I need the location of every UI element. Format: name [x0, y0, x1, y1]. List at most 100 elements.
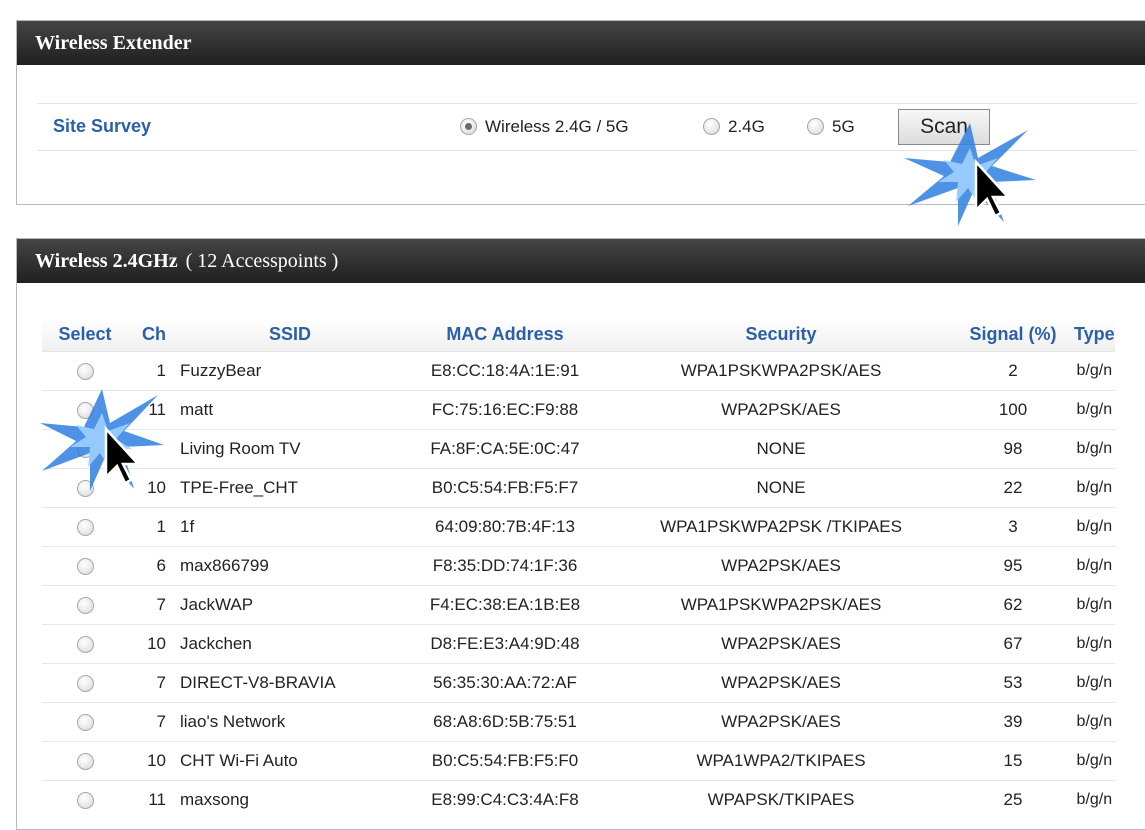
ap-ssid: max866799 [172, 546, 400, 586]
ap-type: b/g/n [1074, 507, 1115, 547]
ap-mac: E8:99:C4:C3:4A:F8 [400, 780, 610, 819]
ap-signal: 22 [952, 468, 1074, 508]
site-survey-row: Site Survey Wireless 2.4G / 5G 2.4G 5G S… [37, 103, 1137, 151]
ap-signal: 39 [952, 702, 1074, 742]
ap-channel [128, 429, 172, 469]
scan-button[interactable]: Scan [898, 109, 990, 145]
ap-select-radio[interactable] [76, 363, 94, 381]
ap-select-radio[interactable] [76, 597, 94, 615]
ap-select-cell [42, 585, 128, 625]
ap-ssid: maxsong [172, 780, 400, 819]
ap-select-cell [42, 663, 128, 703]
table-row[interactable]: 7 JackWAP F4:EC:38:EA:1B:E8 WPA1PSKWPA2PSK/… [42, 585, 1115, 625]
table-row[interactable]: 11 matt FC:75:16:EC:F9:88 WPA2PSK/AES 100 b/g… [42, 390, 1115, 430]
band-option-dual[interactable]: Wireless 2.4G / 5G [460, 116, 629, 137]
ap-select-cell [42, 507, 128, 547]
ap-mac: D8:FE:E3:A4:9D:48 [400, 624, 610, 664]
ap-security: WPA2PSK/AES [610, 624, 952, 664]
table-row[interactable]: 10 CHT Wi-Fi Auto B0:C5:54:FB:F5:F0 WPA1WPA… [42, 741, 1115, 781]
ap-type: b/g/n [1074, 624, 1115, 664]
ap-list-band: Wireless 2.4GHz [35, 250, 178, 272]
ap-security: NONE [610, 468, 952, 508]
ap-select-radio[interactable] [76, 714, 94, 732]
table-row[interactable]: 11 maxsong E8:99:C4:C3:4A:F8 WPAPSK/TKIPAES… [42, 780, 1115, 819]
ap-select-radio[interactable] [76, 441, 94, 459]
table-row[interactable]: 7 liao's Network 68:A8:6D:5B:75:51 WPA2PSK/… [42, 702, 1115, 742]
band-option-24g-label: 2.4G [728, 116, 765, 136]
ap-channel: 7 [128, 585, 172, 625]
ap-select-radio[interactable] [76, 792, 94, 810]
ap-channel: 11 [128, 780, 172, 819]
ap-ssid: matt [172, 390, 400, 430]
ap-ssid: DIRECT-V8-BRAVIA [172, 663, 400, 703]
ap-select-radio[interactable] [76, 480, 94, 498]
ap-mac: F4:EC:38:EA:1B:E8 [400, 585, 610, 625]
ap-ssid: Living Room TV [172, 429, 400, 469]
ap-security: WPA2PSK/AES [610, 702, 952, 742]
table-row[interactable]: 1 1f 64:09:80:7B:4F:13 WPA1PSKWPA2PSK /TKIP… [42, 507, 1115, 547]
ap-channel: 7 [128, 702, 172, 742]
ap-list-title: Wireless 2.4GHz ( 12 Accesspoints ) [17, 239, 1145, 283]
ap-signal: 53 [952, 663, 1074, 703]
ap-channel: 11 [128, 390, 172, 430]
ap-ssid: 1f [172, 507, 400, 547]
ap-mac: FA:8F:CA:5E:0C:47 [400, 429, 610, 469]
ap-signal: 67 [952, 624, 1074, 664]
ap-signal: 3 [952, 507, 1074, 547]
col-type: Type [1074, 317, 1115, 352]
band-option-24g[interactable]: 2.4G [703, 116, 765, 137]
ap-ssid: TPE-Free_CHT [172, 468, 400, 508]
ap-table-body: 1 FuzzyBear E8:CC:18:4A:1E:91 WPA1PSKWPA2PS… [42, 351, 1115, 819]
ap-select-radio[interactable] [76, 675, 94, 693]
col-channel: Ch [128, 317, 172, 352]
ap-ssid: CHT Wi-Fi Auto [172, 741, 400, 781]
ap-select-cell [42, 780, 128, 819]
table-row[interactable]: 7 DIRECT-V8-BRAVIA 56:35:30:AA:72:AF WPA2PS… [42, 663, 1115, 703]
ap-list-panel: Wireless 2.4GHz ( 12 Accesspoints ) Selec… [16, 238, 1145, 830]
ap-type: b/g/n [1074, 351, 1115, 391]
ap-type: b/g/n [1074, 546, 1115, 586]
ap-select-radio[interactable] [76, 519, 94, 537]
ap-select-cell [42, 741, 128, 781]
ap-mac: 68:A8:6D:5B:75:51 [400, 702, 610, 742]
band-radio-dual[interactable] [460, 118, 477, 136]
ap-channel: 10 [128, 624, 172, 664]
ap-ssid: FuzzyBear [172, 351, 400, 391]
ap-select-radio[interactable] [76, 402, 94, 420]
ap-security: WPA1PSKWPA2PSK/AES [610, 585, 952, 625]
table-row[interactable]: 6 max866799 F8:35:DD:74:1F:36 WPA2PSK/AES 95… [42, 546, 1115, 586]
ap-channel: 1 [128, 507, 172, 547]
ap-security: WPA1WPA2/TKIPAES [610, 741, 952, 781]
ap-security: WPA2PSK/AES [610, 390, 952, 430]
table-row[interactable]: 10 TPE-Free_CHT B0:C5:54:FB:F5:F7 NONE 22 b/g… [42, 468, 1115, 508]
ap-select-radio[interactable] [76, 636, 94, 654]
ap-table: Select Ch SSID MAC Address Security Sign… [42, 317, 1115, 819]
ap-mac: 64:09:80:7B:4F:13 [400, 507, 610, 547]
band-radio-5g[interactable] [807, 118, 824, 136]
ap-select-cell [42, 468, 128, 508]
ap-select-cell [42, 624, 128, 664]
ap-security: WPA2PSK/AES [610, 546, 952, 586]
ap-select-cell [42, 351, 128, 391]
ap-ssid: liao's Network [172, 702, 400, 742]
ap-select-radio[interactable] [76, 753, 94, 771]
ap-type: b/g/n [1074, 390, 1115, 430]
band-radio-24g[interactable] [703, 118, 720, 136]
band-option-dual-label: Wireless 2.4G / 5G [485, 116, 629, 136]
table-row[interactable]: Living Room TV FA:8F:CA:5E:0C:47 NONE 98 b/g… [42, 429, 1115, 469]
ap-security: WPAPSK/TKIPAES [610, 780, 952, 819]
ap-select-cell [42, 429, 128, 469]
ap-signal: 100 [952, 390, 1074, 430]
ap-channel: 1 [128, 351, 172, 391]
band-option-5g[interactable]: 5G [807, 116, 855, 137]
ap-signal: 95 [952, 546, 1074, 586]
table-row[interactable]: 1 FuzzyBear E8:CC:18:4A:1E:91 WPA1PSKWPA2PS… [42, 351, 1115, 391]
ap-mac: FC:75:16:EC:F9:88 [400, 390, 610, 430]
col-mac: MAC Address [400, 317, 610, 352]
ap-type: b/g/n [1074, 702, 1115, 742]
ap-select-cell [42, 546, 128, 586]
ap-type: b/g/n [1074, 741, 1115, 781]
ap-select-radio[interactable] [76, 558, 94, 576]
ap-security: WPA1PSKWPA2PSK/AES [610, 351, 952, 391]
table-row[interactable]: 10 Jackchen D8:FE:E3:A4:9D:48 WPA2PSK/AES 67… [42, 624, 1115, 664]
